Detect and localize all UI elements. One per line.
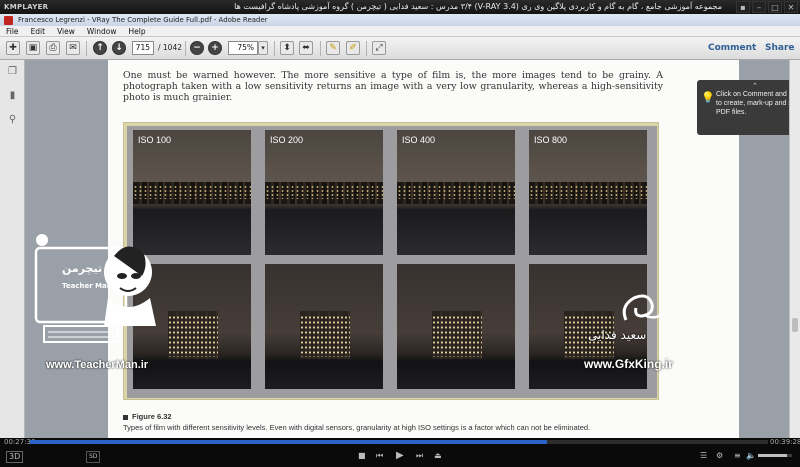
menu-edit[interactable]: Edit — [31, 26, 46, 36]
fit-width-icon[interactable]: ⬌ — [299, 41, 313, 55]
pdf-icon — [4, 16, 13, 25]
fit-page-icon[interactable]: ⬍ — [280, 41, 294, 55]
player-window-controls: ▪ – □ ✕ — [736, 1, 798, 13]
teacherman-logo: Teacher Man تیچرمن — [34, 234, 156, 343]
zoom-input[interactable]: 75% — [228, 41, 258, 55]
stop-icon[interactable]: ■ — [358, 451, 366, 461]
total-time: 00:39:28 — [770, 438, 800, 446]
close-icon[interactable]: ✕ — [784, 1, 798, 13]
photo-iso-400-wide: ISO 400 — [397, 130, 515, 255]
settings-icon[interactable]: ⚙ — [716, 451, 723, 461]
zoom-out-icon[interactable]: − — [190, 41, 204, 55]
highlight-icon[interactable]: ✐ — [346, 41, 360, 55]
collapse-icon[interactable]: ⌃ — [752, 82, 758, 91]
figure-caption: Figure 6.32 Types of film with different… — [123, 412, 590, 432]
create-pdf-icon[interactable]: ✚ — [6, 41, 20, 55]
vertical-scrollbar[interactable] — [789, 60, 800, 438]
reader-title-bar: Francesco Legrenzi - VRay The Complete G… — [0, 14, 800, 26]
player-caption: مجموعه آموزشی جامع ، گام به گام و کاربرد… — [234, 2, 722, 11]
expand-icon[interactable]: ⤢ — [372, 41, 386, 55]
next-icon[interactable]: ⏭ — [416, 451, 423, 461]
equalizer-icon[interactable]: ≡ — [734, 451, 741, 461]
toolbar-separator — [320, 41, 321, 56]
volume-slider[interactable] — [758, 454, 792, 457]
reader-window-title: Francesco Legrenzi - VRay The Complete G… — [18, 16, 268, 24]
figure-6-32: ISO 100 ISO 200 ISO 400 ISO 800 — [123, 122, 659, 400]
gfxking-author: سعید فدایی — [588, 328, 647, 342]
reader-menu-bar: File Edit View Window Help — [0, 26, 800, 37]
figure-title: Figure 6.32 — [132, 412, 172, 421]
play-icon[interactable]: ▶ — [396, 451, 404, 461]
page-number-input[interactable]: 715 — [132, 41, 154, 55]
speaker-icon[interactable]: 🔈 — [746, 451, 756, 461]
open-file-icon[interactable]: ⏏ — [434, 451, 442, 461]
photo-iso-200-wide: ISO 200 — [265, 130, 383, 255]
teacherman-watermark: Teacher Man تیچرمن www.TeacherMan.ir — [34, 228, 184, 378]
quality-badge[interactable]: SD — [86, 451, 101, 463]
pin-icon[interactable]: ▪ — [736, 1, 750, 13]
figure-text: Types of film with different sensitivity… — [123, 423, 591, 432]
playlist-icon[interactable]: ☰ — [700, 451, 707, 461]
3d-badge[interactable]: 3D — [6, 451, 24, 463]
navigation-pane: ❐ ▮ ⚲ — [0, 60, 25, 438]
photo-label: ISO 100 — [138, 135, 172, 145]
next-page-icon[interactable]: ↓ — [112, 41, 126, 55]
volume-level — [758, 454, 787, 457]
photo-iso-400-detail — [397, 264, 515, 389]
tooltip-text: Click on Comment and Share to create, ma… — [716, 91, 800, 116]
bullet-icon — [123, 414, 128, 420]
teacherman-url: www.TeacherMan.ir — [46, 359, 149, 371]
previous-icon[interactable]: ⏮ — [376, 451, 383, 461]
share-button[interactable]: Share — [765, 43, 795, 53]
zoom-in-icon[interactable]: + — [208, 41, 222, 55]
comment-button[interactable]: Comment — [708, 43, 756, 53]
badge-text: Teacher Man — [62, 282, 112, 290]
sticky-note-icon[interactable]: ✎ — [326, 41, 340, 55]
print-icon[interactable]: ⎙ — [46, 41, 60, 55]
scrollbar-thumb[interactable] — [792, 318, 798, 332]
menu-file[interactable]: File — [6, 26, 19, 36]
menu-help[interactable]: Help — [128, 26, 145, 36]
seek-bar[interactable] — [30, 440, 768, 444]
gfxking-logo — [622, 294, 667, 321]
photo-iso-800-wide: ISO 800 — [529, 130, 647, 255]
player-logo: KMPLAYER — [4, 3, 49, 11]
maximize-icon[interactable]: □ — [768, 1, 782, 13]
toolbar-separator — [86, 41, 87, 56]
toolbar-separator — [366, 41, 367, 56]
toolbar-separator — [185, 41, 186, 56]
photo-label: ISO 800 — [534, 135, 568, 145]
zoom-dropdown-icon[interactable]: ▾ — [258, 41, 268, 55]
reader-toolbar: ✚ ▣ ⎙ ✉ ↑ ↓ 715 / 1042 − + 75% ▾ ⬍ ⬌ ✎ ✐… — [0, 37, 800, 60]
gfxking-url: www.GfxKing.ir — [584, 357, 673, 371]
lightbulb-icon: 💡 — [701, 92, 715, 104]
iso-photo-grid: ISO 100 ISO 200 ISO 400 ISO 800 — [127, 126, 657, 398]
save-icon[interactable]: ▣ — [26, 41, 40, 55]
gfxking-watermark: سعید فدایی www.GfxKing.ir — [584, 282, 704, 382]
player-title-bar: KMPLAYER مجموعه آموزشی جامع ، گام به گام… — [0, 0, 800, 14]
comment-share-tooltip: ⌃ 💡 Click on Comment and Share to create… — [697, 80, 800, 135]
page-paragraph: One must be warned however. The more sen… — [123, 70, 663, 103]
page-thumbnails-icon[interactable]: ❐ — [7, 66, 18, 78]
player-controls: 00:27:38 00:39:28 3D SD ■ ⏮ ▶ ⏭ ⏏ ☰ ⚙ ≡ … — [0, 438, 800, 467]
minimize-icon[interactable]: – — [752, 1, 766, 13]
badge-persian-text: تیچرمن — [62, 262, 102, 275]
previous-page-icon[interactable]: ↑ — [93, 41, 107, 55]
menu-window[interactable]: Window — [87, 26, 117, 36]
attachments-icon[interactable]: ⚲ — [7, 114, 18, 126]
kmplayer-window: KMPLAYER مجموعه آموزشی جامع ، گام به گام… — [0, 0, 800, 467]
toolbar-separator — [274, 41, 275, 56]
photo-iso-200-detail — [265, 264, 383, 389]
seek-progress — [30, 440, 547, 444]
menu-view[interactable]: View — [57, 26, 75, 36]
bookmarks-icon[interactable]: ▮ — [7, 90, 18, 102]
photo-label: ISO 400 — [402, 135, 436, 145]
page-count: / 1042 — [158, 43, 182, 52]
photo-label: ISO 200 — [270, 135, 304, 145]
email-icon[interactable]: ✉ — [66, 41, 80, 55]
